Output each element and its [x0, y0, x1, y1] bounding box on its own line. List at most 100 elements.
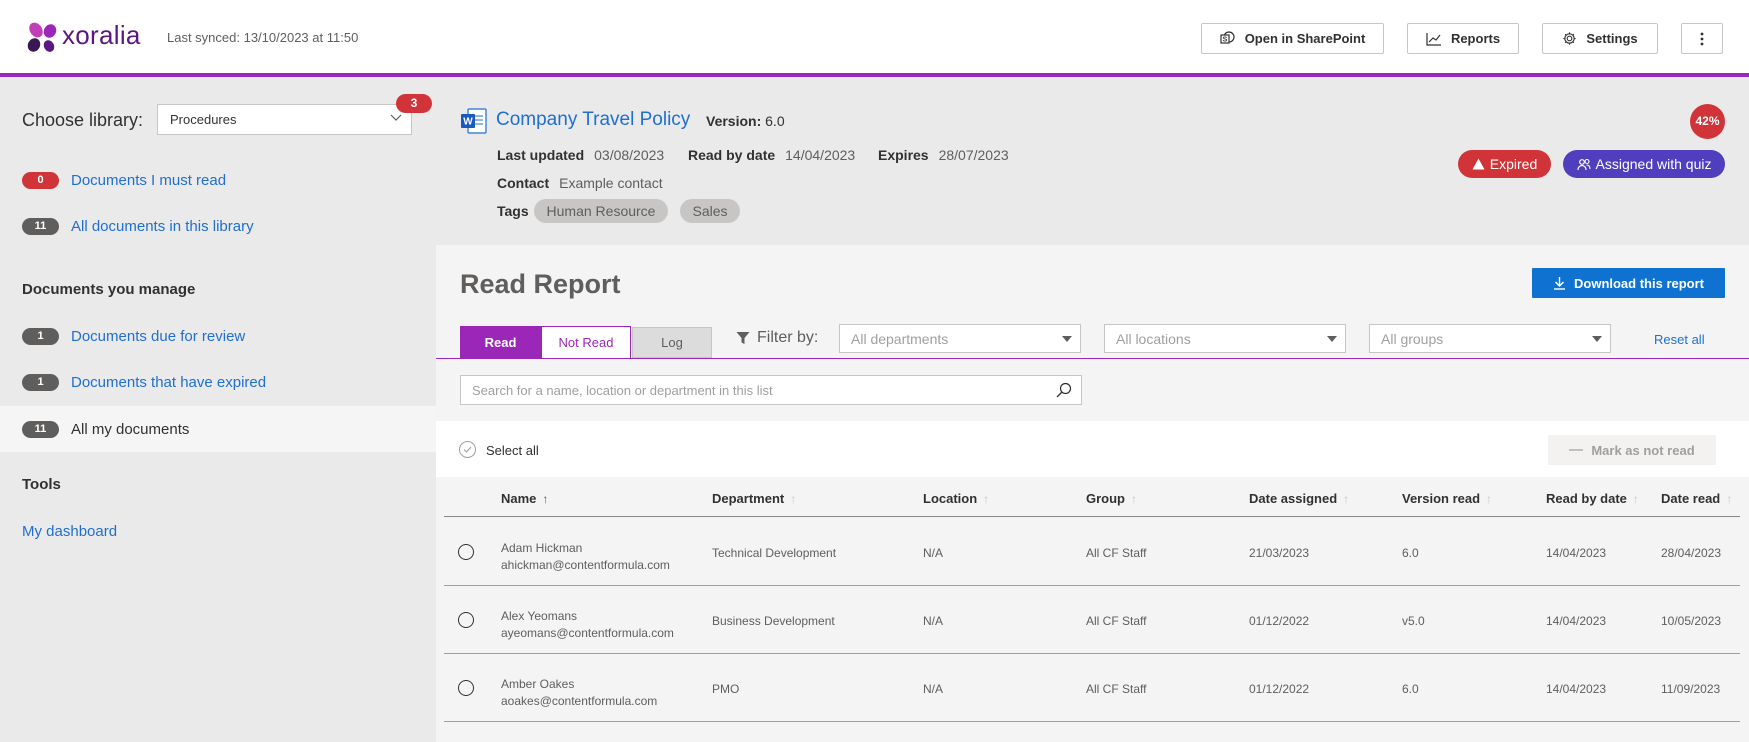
- more-options-button[interactable]: [1681, 23, 1723, 54]
- sidebar-item-my-documents[interactable]: 11 All my documents: [0, 406, 436, 452]
- sort-arrow-icon: ↑: [790, 491, 797, 506]
- gear-icon: [1563, 32, 1576, 45]
- sort-arrow-icon: ↑: [1726, 491, 1733, 506]
- svg-text:S: S: [1222, 36, 1227, 43]
- read-report-panel: Read Report Download this report Read No…: [436, 245, 1749, 742]
- column-header-group[interactable]: Group ↑: [1086, 491, 1137, 506]
- row-group: All CF Staff: [1086, 682, 1147, 696]
- caret-down-icon: [1592, 336, 1602, 342]
- select-all-label[interactable]: Select all: [486, 443, 539, 458]
- departments-filter-value: All departments: [851, 331, 949, 347]
- expires-value: 28/07/2023: [938, 147, 1009, 163]
- last-updated-field: Last updated 03/08/2023: [497, 147, 664, 163]
- table-row[interactable]: Amber Oakes aoakes@contentformula.com PMO…: [444, 654, 1740, 722]
- column-name-label: Name: [501, 491, 537, 506]
- search-placeholder: Search for a name, location or departmen…: [472, 383, 773, 398]
- sidebar: Choose library: Procedures 3 0 Documents…: [0, 77, 436, 742]
- read-by-date-value: 14/04/2023: [785, 147, 856, 163]
- reset-all-link[interactable]: Reset all: [1654, 332, 1705, 347]
- document-title[interactable]: Company Travel Policy: [496, 109, 690, 131]
- row-select-radio[interactable]: [458, 612, 474, 628]
- row-group: All CF Staff: [1086, 546, 1147, 560]
- reports-button[interactable]: Reports: [1407, 23, 1519, 54]
- due-review-count: 1: [22, 327, 59, 345]
- settings-label: Settings: [1586, 31, 1638, 46]
- select-all-checkbox[interactable]: [459, 441, 476, 458]
- row-location: N/A: [923, 682, 944, 696]
- tags-label: Tags: [497, 203, 529, 219]
- tools-heading: Tools: [22, 476, 61, 493]
- read-by-date-field: Read by date 14/04/2023: [688, 147, 855, 163]
- column-header-department[interactable]: Department ↑: [712, 491, 796, 506]
- column-read-by-date-label: Read by date: [1546, 491, 1627, 506]
- tab-not-read[interactable]: Not Read: [541, 326, 631, 358]
- row-name: Adam Hickman: [501, 541, 583, 555]
- column-group-label: Group: [1086, 491, 1125, 506]
- column-header-name[interactable]: Name ↑: [501, 491, 548, 506]
- tags-label-field: Tags: [497, 203, 539, 219]
- all-documents-label: All documents in this library: [71, 217, 254, 235]
- table-row[interactable]: Alex Yeomans ayeomans@contentformula.com …: [444, 586, 1740, 654]
- reports-label: Reports: [1450, 31, 1501, 46]
- table-row[interactable]: Adam Hickman ahickman@contentformula.com …: [444, 518, 1740, 586]
- contact-field: Contact Example contact: [497, 175, 663, 191]
- sidebar-item-must-read[interactable]: 0 Documents I must read: [0, 158, 436, 202]
- contact-value: Example contact: [559, 175, 663, 191]
- locations-filter[interactable]: All locations: [1104, 324, 1346, 353]
- sidebar-item-all-documents[interactable]: 11 All documents in this library: [0, 204, 436, 248]
- row-name-cell: Amber Oakes aoakes@contentformula.com: [501, 676, 657, 710]
- groups-filter[interactable]: All groups: [1369, 324, 1611, 353]
- settings-button[interactable]: Settings: [1542, 23, 1658, 54]
- caret-down-icon: [1062, 336, 1072, 342]
- sidebar-item-expired[interactable]: 1 Documents that have expired: [0, 360, 436, 404]
- top-bar: xoralia Last synced: 13/10/2023 at 11:50…: [0, 0, 1749, 77]
- assigned-with-quiz-badge: Assigned with quiz: [1563, 150, 1725, 178]
- departments-filter[interactable]: All departments: [839, 324, 1081, 353]
- word-document-icon: W: [461, 108, 487, 134]
- sidebar-item-dashboard[interactable]: My dashboard: [0, 509, 436, 553]
- column-header-read-by-date[interactable]: Read by date ↑: [1546, 491, 1639, 506]
- chevron-down-icon: [390, 114, 402, 121]
- row-group: All CF Staff: [1086, 614, 1147, 628]
- mark-as-not-read-button[interactable]: Mark as not read: [1548, 435, 1716, 465]
- users-icon: [1576, 158, 1591, 170]
- tab-log[interactable]: Log: [632, 327, 712, 358]
- column-department-label: Department: [712, 491, 785, 506]
- svg-text:W: W: [463, 117, 473, 128]
- open-in-sharepoint-button[interactable]: S Open in SharePoint: [1201, 23, 1384, 54]
- last-updated-value: 03/08/2023: [594, 147, 665, 163]
- due-review-label: Documents due for review: [71, 327, 246, 345]
- mark-as-not-read-label: Mark as not read: [1591, 442, 1695, 458]
- row-department: PMO: [712, 682, 740, 696]
- expired-label: Documents that have expired: [71, 373, 267, 391]
- tab-read[interactable]: Read: [460, 326, 541, 359]
- row-email: ahickman@contentformula.com: [501, 558, 670, 572]
- sidebar-item-due-review[interactable]: 1 Documents due for review: [0, 314, 436, 358]
- tag-chip[interactable]: Sales: [680, 199, 740, 223]
- tab-underline: [436, 358, 1749, 359]
- sharepoint-label: Open in SharePoint: [1244, 31, 1366, 46]
- column-header-location[interactable]: Location ↑: [923, 491, 989, 506]
- row-name-cell: Alex Yeomans ayeomans@contentformula.com: [501, 608, 674, 642]
- column-header-date-read[interactable]: Date read ↑: [1661, 491, 1732, 506]
- row-name-cell: Adam Hickman ahickman@contentformula.com: [501, 540, 670, 574]
- sort-arrow-icon: ↑: [1486, 491, 1493, 506]
- library-select-value: Procedures: [170, 112, 237, 127]
- row-select-radio[interactable]: [458, 680, 474, 696]
- column-date-assigned-label: Date assigned: [1249, 491, 1338, 506]
- sharepoint-icon: S: [1220, 30, 1235, 44]
- library-select[interactable]: Procedures: [157, 104, 412, 135]
- column-version-read-label: Version read: [1402, 491, 1481, 506]
- row-select-radio[interactable]: [458, 544, 474, 560]
- column-header-version-read[interactable]: Version read ↑: [1402, 491, 1492, 506]
- search-input[interactable]: Search for a name, location or departmen…: [460, 375, 1082, 405]
- locations-filter-value: All locations: [1116, 331, 1191, 347]
- download-report-button[interactable]: Download this report: [1532, 268, 1725, 298]
- column-header-date-assigned[interactable]: Date assigned ↑: [1249, 491, 1349, 506]
- line-chart-icon: [1426, 32, 1441, 46]
- tag-chip[interactable]: Human Resource: [534, 199, 668, 223]
- checkmark-icon: [463, 446, 472, 453]
- sort-arrow-icon: ↑: [1343, 491, 1350, 506]
- row-date-read: 10/05/2023: [1661, 614, 1722, 628]
- row-date-read: 11/09/2023: [1661, 682, 1721, 696]
